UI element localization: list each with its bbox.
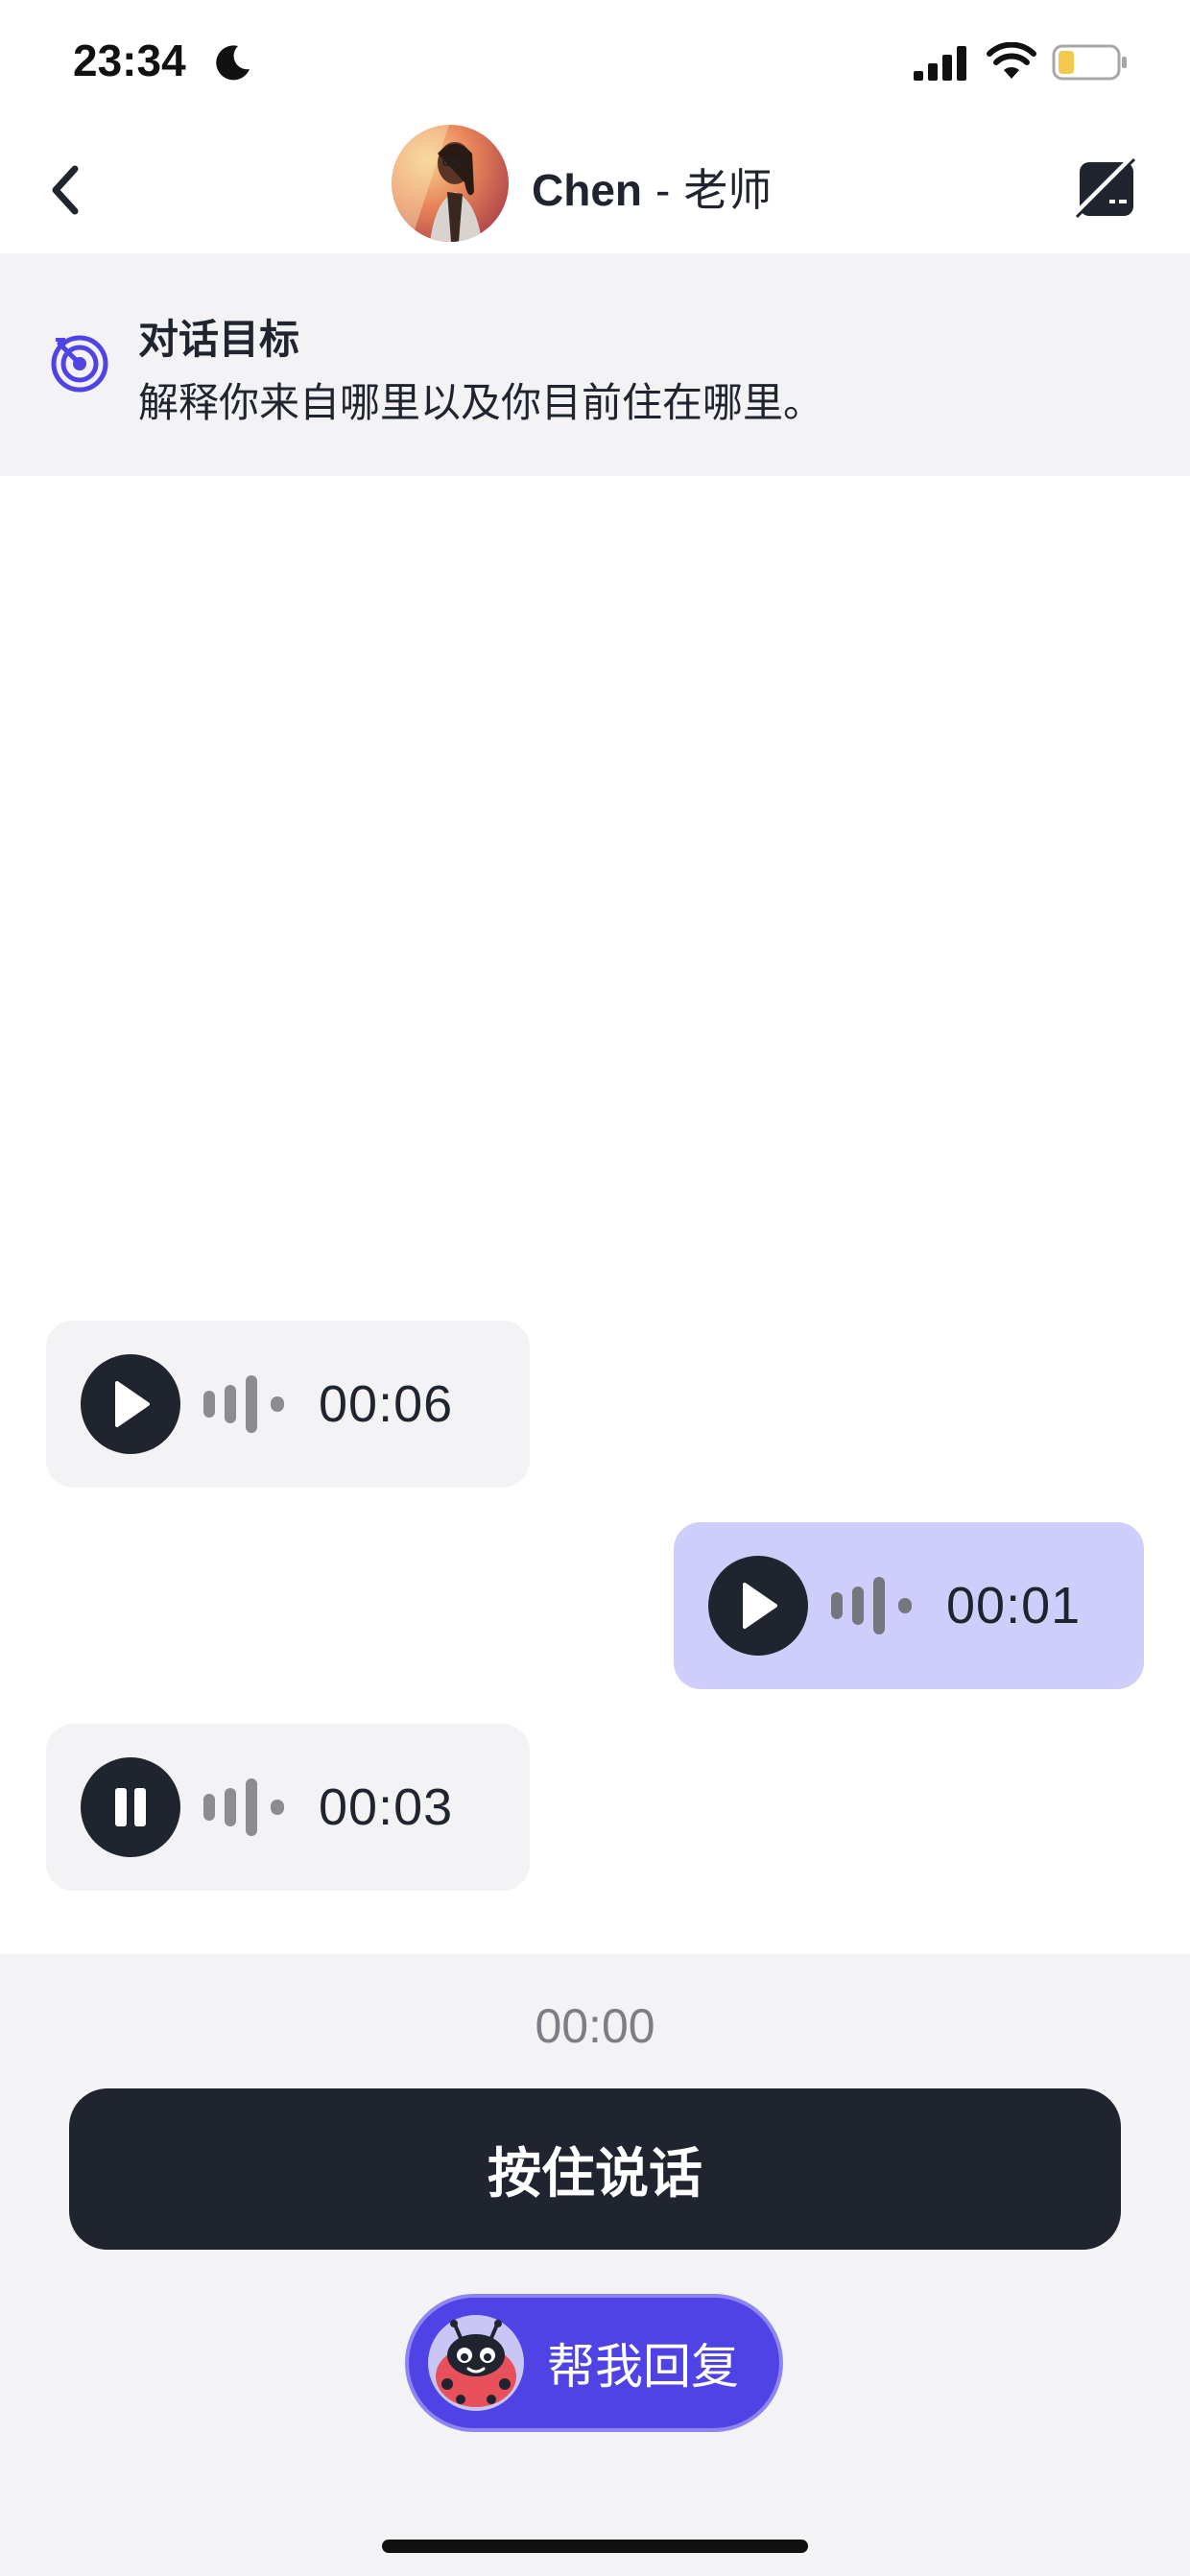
message-duration: 00:06 <box>319 1375 454 1433</box>
pause-icon <box>115 1788 146 1826</box>
moon-icon <box>216 45 250 81</box>
goal-title: 对话目标 <box>138 316 300 363</box>
recorder-panel: 00:00 按住说话 帮我回复 <box>0 1954 1190 2576</box>
play-icon <box>115 1381 150 1427</box>
cellular-signal-icon <box>914 46 966 81</box>
avatar[interactable] <box>392 125 509 242</box>
battery-icon <box>1052 44 1127 81</box>
chat-header: Chen - 老师 <box>0 125 1190 253</box>
voice-message-outgoing: 00:01 <box>674 1522 1144 1689</box>
status-time: 23:34 <box>73 36 186 85</box>
goal-text: 解释你来自哪里以及你目前住在哪里。 <box>138 379 824 426</box>
voice-message-incoming: 00:03 <box>46 1724 530 1891</box>
hold-to-talk-button[interactable]: 按住说话 <box>69 2088 1121 2250</box>
play-button[interactable] <box>81 1354 180 1454</box>
voice-message-incoming: 00:06 <box>46 1321 530 1488</box>
chat-partner-title: Chen - 老师 <box>532 155 772 219</box>
help-me-reply-button[interactable]: 帮我回复 <box>405 2294 783 2432</box>
target-icon <box>51 335 108 393</box>
waveform-icon <box>831 1577 912 1634</box>
play-icon <box>743 1583 777 1629</box>
chevron-left-icon[interactable] <box>42 155 92 225</box>
avatar-image <box>392 125 509 242</box>
partner-name: Chen <box>532 165 642 215</box>
recording-timer: 00:00 <box>535 1999 655 2053</box>
pause-button[interactable] <box>81 1757 180 1857</box>
ladybug-mascot-icon <box>428 2315 524 2411</box>
status-bar: 23:34 <box>0 0 1190 125</box>
help-me-reply-label: 帮我回复 <box>547 2339 739 2395</box>
wifi-icon <box>987 42 1036 79</box>
title-separator: - <box>655 165 671 215</box>
message-duration: 00:01 <box>946 1577 1082 1634</box>
hold-to-talk-label: 按住说话 <box>488 2142 702 2206</box>
play-button[interactable] <box>708 1556 808 1656</box>
conversation-goal-banner: 对话目标 解释你来自哪里以及你目前住在哪里。 <box>0 253 1190 476</box>
partner-role: 老师 <box>683 165 773 215</box>
waveform-icon <box>203 1778 284 1836</box>
home-indicator <box>382 2540 808 2553</box>
translation-off-icon[interactable] <box>1075 157 1138 221</box>
waveform-icon <box>203 1375 284 1433</box>
message-duration: 00:03 <box>319 1778 454 1836</box>
